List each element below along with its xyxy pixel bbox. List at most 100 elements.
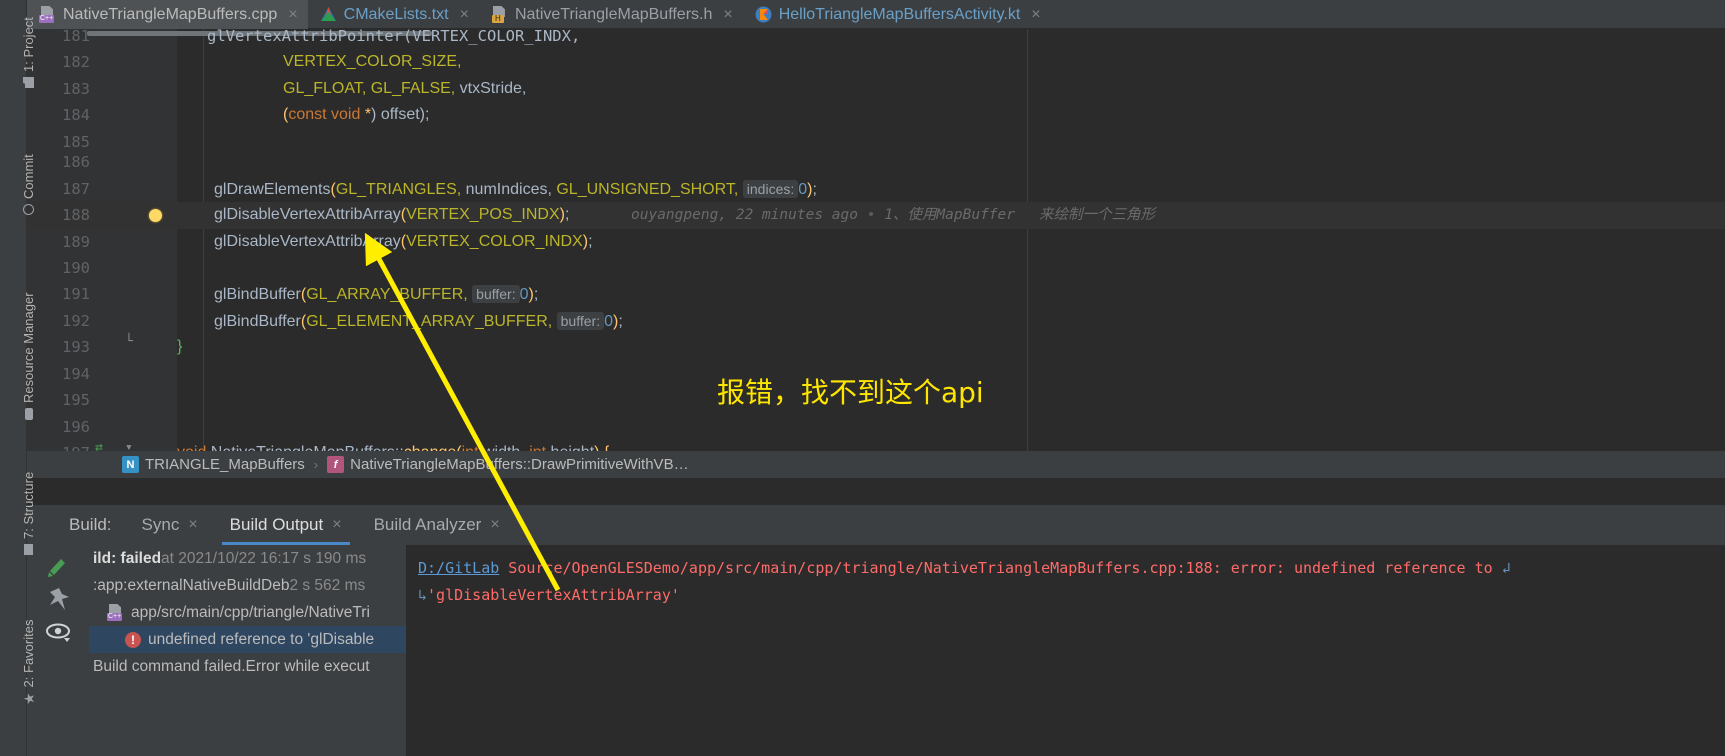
intention-bulb-icon[interactable] [149, 209, 162, 222]
tree-row-file-path: app/src/main/cpp/triangle/NativeTri [131, 603, 370, 621]
tab-label: Sync [141, 515, 180, 534]
line-number: 192 [62, 312, 90, 330]
annotation-callout-text: 报错，找不到这个api [717, 376, 984, 409]
commit-icon [23, 204, 34, 215]
parameter-hint: buffer: [472, 285, 520, 303]
parameter-hint: buffer: [556, 312, 605, 330]
line-number: 187 [62, 180, 90, 198]
cmake-file-icon [320, 6, 337, 23]
code-line-188: glDisableVertexAttribArray(VERTEX_POS_IN… [214, 206, 570, 223]
tab-cmakelists-txt[interactable]: CMakeLists.txt × [308, 0, 479, 29]
tree-row-task[interactable]: :app:externalNativeBuildDeb 2 s 562 ms [89, 572, 406, 599]
code-text: GL_FALSE, [370, 80, 460, 97]
annotation-bullet: • [866, 207, 876, 223]
tree-row-root[interactable]: ild: failed at 2021/10/22 16:17 s 190 ms [89, 545, 406, 572]
sidebar-label-structure: 7: Structure [21, 471, 36, 539]
code-line-193: } [177, 334, 182, 361]
close-icon[interactable]: × [188, 516, 197, 534]
code-text: } [177, 338, 183, 355]
tree-row-file[interactable]: app/src/main/cpp/triangle/NativeTri [89, 599, 406, 626]
close-icon[interactable]: × [490, 516, 499, 534]
code-text: GL_UNSIGNED_SHORT, [556, 181, 743, 198]
line-number: 183 [62, 80, 90, 98]
code-text: glBindBuffer [214, 313, 301, 330]
tree-row-duration: 2 s 562 ms [289, 576, 366, 594]
build-output-tree[interactable]: ild: failed at 2021/10/22 16:17 s 190 ms… [89, 545, 406, 756]
tab-build-output[interactable]: Build Output × [214, 505, 358, 545]
tab-sync[interactable]: Sync × [126, 505, 214, 545]
line-number: 188 [62, 206, 90, 224]
pin-icon[interactable] [45, 585, 73, 613]
kotlin-file-icon [755, 6, 772, 23]
code-line-191: glBindBuffer(GL_ARRAY_BUFFER, buffer: 0); [214, 285, 539, 303]
annotation-time: 22 minutes ago [735, 207, 858, 223]
console-error-symbol: 'glDisableVertexAttribArray' [427, 586, 680, 604]
code-line-186: glDrawElements(GL_TRIANGLES, numIndices,… [214, 180, 817, 198]
star-icon: ★ [20, 692, 37, 705]
tree-row-error-text: undefined reference to 'glDisable [148, 630, 375, 648]
code-text: glVertexAttribPointer(VERTEX_COLOR_INDX, [207, 29, 581, 45]
namespace-badge-icon: N [122, 456, 139, 473]
tab-hello-triangle-map-buffers-activity-kt[interactable]: HelloTriangleMapBuffersActivity.kt × [743, 0, 1051, 29]
code-text: GL_ARRAY_BUFFER, [306, 286, 473, 303]
console-line-2: ↳'glDisableVertexAttribArray' [418, 582, 1725, 609]
close-icon[interactable]: × [332, 516, 341, 534]
code-text: glDrawElements [214, 181, 331, 198]
code-text: glBindBuffer [214, 286, 301, 303]
close-icon[interactable]: × [288, 6, 297, 23]
close-icon[interactable]: × [723, 6, 732, 23]
gitlab-path-link[interactable]: D:/GitLab [418, 559, 499, 577]
ide-window: 1: Project Commit Resource Manager 7: St… [0, 0, 1725, 756]
line-number: 196 [62, 418, 90, 436]
code-text: VERTEX_COLOR_SIZE, [283, 53, 462, 70]
build-wrench-icon[interactable] [45, 551, 73, 579]
breadcrumb[interactable]: N TRIANGLE_MapBuffers › f NativeTriangle… [27, 451, 1725, 478]
tab-native-triangle-map-buffers-cpp[interactable]: NativeTriangleMapBuffers.cpp × [27, 0, 308, 29]
tree-row-message-text: Build command failed.Error while execut [93, 657, 370, 675]
build-window-title: Build: [69, 515, 112, 534]
resource-icon [24, 408, 33, 420]
close-icon[interactable]: × [1031, 6, 1040, 23]
breadcrumb-item-function[interactable]: NativeTriangleMapBuffers::DrawPrimitiveW… [350, 456, 688, 473]
header-file-icon [491, 6, 508, 23]
code-line-181: glVertexAttribPointer(VERTEX_COLOR_INDX, [207, 29, 580, 50]
build-console[interactable]: D:/GitLab Source/OpenGLESDemo/app/src/ma… [406, 545, 1725, 756]
breadcrumb-item-namespace[interactable]: TRIANGLE_MapBuffers [145, 456, 305, 473]
code-line-184: (const void *) offset); [283, 102, 429, 129]
line-number: 190 [62, 259, 90, 277]
cpp-file-icon [39, 6, 56, 23]
tree-row-message[interactable]: Build command failed.Error while execut [89, 653, 406, 680]
project-icon [23, 77, 34, 88]
structure-icon [24, 544, 33, 555]
tree-row-task-name: :app:externalNativeBuildDeb [93, 576, 290, 594]
line-number: 182 [62, 53, 90, 71]
console-line-1: D:/GitLab Source/OpenGLESDemo/app/src/ma… [418, 555, 1725, 582]
code-line-183: GL_FLOAT, GL_FALSE, vtxStride, [283, 76, 526, 103]
tab-label: Build Output [229, 515, 324, 534]
wrap-continuation-icon: ↳ [418, 586, 428, 604]
code-text: glDisableVertexAttribArray [214, 206, 401, 223]
code-fold-icon[interactable]: └ [125, 334, 133, 349]
tab-label: Build Analyzer [373, 515, 482, 534]
vcs-inline-annotation-overflow: 来绘制一个三角形 [1039, 202, 1155, 229]
wrap-marker-icon: ↲ [1501, 559, 1511, 577]
tab-native-triangle-map-buffers-h[interactable]: NativeTriangleMapBuffers.h × [479, 0, 743, 29]
right-margin-line [1027, 29, 1028, 478]
annotation-message-cont: 来绘制一个三角形 [1039, 207, 1155, 223]
function-badge-icon: f [327, 456, 345, 473]
sidebar-label-favorites: 2: Favorites [21, 619, 36, 688]
build-tool-window: Build: Sync × Build Output × Build Analy… [27, 505, 1725, 756]
close-icon[interactable]: × [460, 6, 469, 23]
eye-icon[interactable] [45, 619, 73, 647]
code-text: 0 [798, 181, 808, 198]
tree-row-timestamp: at 2021/10/22 16:17 s 190 ms [161, 549, 367, 567]
line-number: 195 [62, 391, 90, 409]
code-text: GL_FLOAT, [283, 80, 371, 97]
tab-build-analyzer[interactable]: Build Analyzer × [358, 505, 516, 545]
code-text: vtxStride, [459, 80, 527, 97]
tree-row-error[interactable]: ! undefined reference to 'glDisable [89, 626, 406, 653]
vcs-inline-annotation: ouyangpeng, 22 minutes ago • 1、使用MapBuff… [631, 202, 1015, 229]
code-text: ) offset); [371, 106, 430, 123]
code-editor[interactable]: 181 182 183 184 185 186 187 188 189 190 … [27, 29, 1725, 478]
sidebar-label-commit: Commit [21, 154, 36, 199]
